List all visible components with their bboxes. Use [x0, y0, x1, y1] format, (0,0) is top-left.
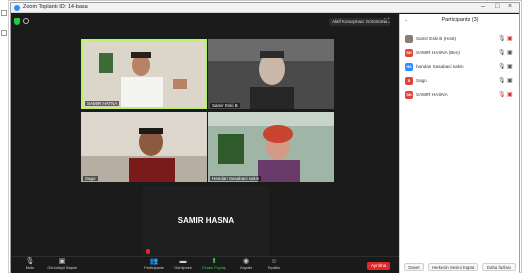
microphone-icon: 🎙 [25, 258, 35, 265]
leave-button[interactable]: Ayrılma [367, 262, 391, 270]
participant-name-label: Sago [83, 176, 98, 181]
video-icon: ▣ [507, 64, 513, 70]
participant-name: handan Sasabaci sakin [416, 64, 464, 69]
reactions-label: Tepkiler [267, 266, 281, 270]
participants-panel: ⌄ Participants (3) Samir Eski B (Host) 🎙… [399, 14, 519, 273]
participant-row[interactable]: SH SAMIR HASNA (Ben) 🎙 ▣ [405, 48, 517, 58]
participant-row[interactable]: SH SAMIR HASNA 🎙 ▣ [405, 90, 517, 100]
video-icon: ▣ [507, 78, 513, 84]
start-video-label: Görüntüyü Başlat [47, 266, 77, 270]
meeting-info-icon[interactable] [23, 18, 29, 24]
view-toggle-button[interactable]: Aktif Konuşmacı Görünümü [329, 18, 391, 26]
record-label: Kaydet [240, 266, 252, 270]
minimize-icon[interactable]: – [481, 3, 485, 10]
video-camera-icon: ▣ [58, 258, 66, 265]
video-tile[interactable]: Sago [81, 112, 207, 182]
participants-icon: 👥 [149, 258, 159, 265]
participant-name: Sago [416, 78, 427, 83]
mute-button[interactable]: 🎙 Mute [21, 258, 39, 271]
chat-button[interactable]: ▬ Görüşmek [171, 258, 195, 271]
participant-name-label: SAMIR HATNA [85, 101, 120, 106]
zoom-window: Zoom Toplantı ID: 14-basa – □ × Aktif Ko… [10, 2, 520, 273]
invite-button[interactable]: Davet [404, 263, 424, 271]
avatar: SH [405, 49, 413, 57]
participant-name: Samir Eski B (Host) [416, 36, 457, 41]
reactions-icon: ☺ [270, 258, 278, 265]
participant-row[interactable]: S Sago 🎙 ▣ [405, 76, 517, 86]
participant-name: SAMIR HASNA (Ben) [416, 50, 460, 55]
more-options-button[interactable]: Daha fazlası [482, 263, 516, 271]
record-button[interactable]: ◉ Kaydet [235, 258, 257, 271]
participant-name: SAMIR HASNA [416, 92, 448, 97]
participant-video-image [81, 112, 207, 182]
maximize-icon[interactable]: □ [495, 3, 499, 10]
muted-mic-icon: 🎙 [498, 92, 506, 98]
participants-button[interactable]: 👥 Participants [141, 258, 167, 271]
video-tile-camera-off[interactable]: SAMIR HASNA [143, 186, 269, 256]
participant-row[interactable]: HS handan Sasabaci sakin 🎙 ▣ [405, 62, 517, 72]
start-video-button[interactable]: ▣ Görüntüyü Başlat [43, 258, 81, 271]
close-icon[interactable]: × [508, 3, 512, 10]
video-off-icon: ▣ [507, 92, 513, 98]
video-tile[interactable]: Handan Sasabaci sakin [208, 112, 334, 182]
window-title: Zoom Toplantı ID: 14-basa [23, 4, 88, 10]
left-edge-strip [0, 0, 9, 273]
mute-all-button[interactable]: Herkesin Sesini Kapat [428, 263, 478, 271]
participants-panel-title: Participants (3) [441, 17, 479, 23]
video-stage: Aktif Konuşmacı Görünümü ⛶ SAMIR HATNA S [11, 14, 399, 256]
participant-name-label: Handan Sasabaci sakin [210, 176, 262, 181]
participant-big-name: SAMIR HASNA [177, 216, 235, 225]
muted-mic-icon [146, 249, 150, 254]
avatar: S [405, 77, 413, 85]
participant-name-label: Samir Eski B [210, 103, 240, 108]
mute-label: Mute [25, 266, 35, 270]
meeting-toolbar: 🎙 Mute ▣ Görüntüyü Başlat 👥 Participants… [11, 256, 399, 273]
microphone-icon: 🎙 [498, 64, 506, 70]
video-off-icon: ▣ [507, 36, 513, 42]
speaker-video-image [83, 41, 205, 107]
video-icon: ▣ [507, 50, 513, 56]
share-screen-button[interactable]: ⬆ Ekranı Paylaş [199, 258, 229, 271]
participants-label: Participants [144, 266, 164, 270]
avatar: HS [405, 63, 413, 71]
chat-label: Görüşmek [174, 266, 192, 270]
share-screen-label: Ekranı Paylaş [202, 266, 226, 270]
share-screen-icon: ⬆ [211, 258, 217, 265]
microphone-icon: 🎙 [498, 50, 506, 56]
participant-row[interactable]: Samir Eski B (Host) 🎙 ▣ [405, 34, 517, 44]
chat-icon: ▬ [179, 258, 187, 265]
encryption-shield-icon[interactable] [14, 18, 20, 25]
video-tile-active-speaker[interactable]: SAMIR HATNA [81, 39, 207, 109]
fullscreen-icon[interactable]: ⛶ [383, 18, 391, 26]
avatar: SH [405, 91, 413, 99]
avatar [405, 35, 413, 43]
zoom-app-icon [14, 5, 20, 11]
participant-video-image [208, 112, 334, 182]
microphone-icon: 🎙 [498, 36, 506, 42]
title-bar: Zoom Toplantı ID: 14-basa – □ × [11, 3, 519, 13]
microphone-icon: 🎙 [498, 78, 506, 84]
record-icon: ◉ [242, 258, 250, 265]
edge-marker [1, 10, 7, 16]
video-tile[interactable]: Samir Eski B [208, 39, 334, 109]
reactions-button[interactable]: ☺ Tepkiler [263, 258, 285, 271]
participant-video-image [208, 39, 334, 109]
edge-marker [1, 30, 7, 36]
